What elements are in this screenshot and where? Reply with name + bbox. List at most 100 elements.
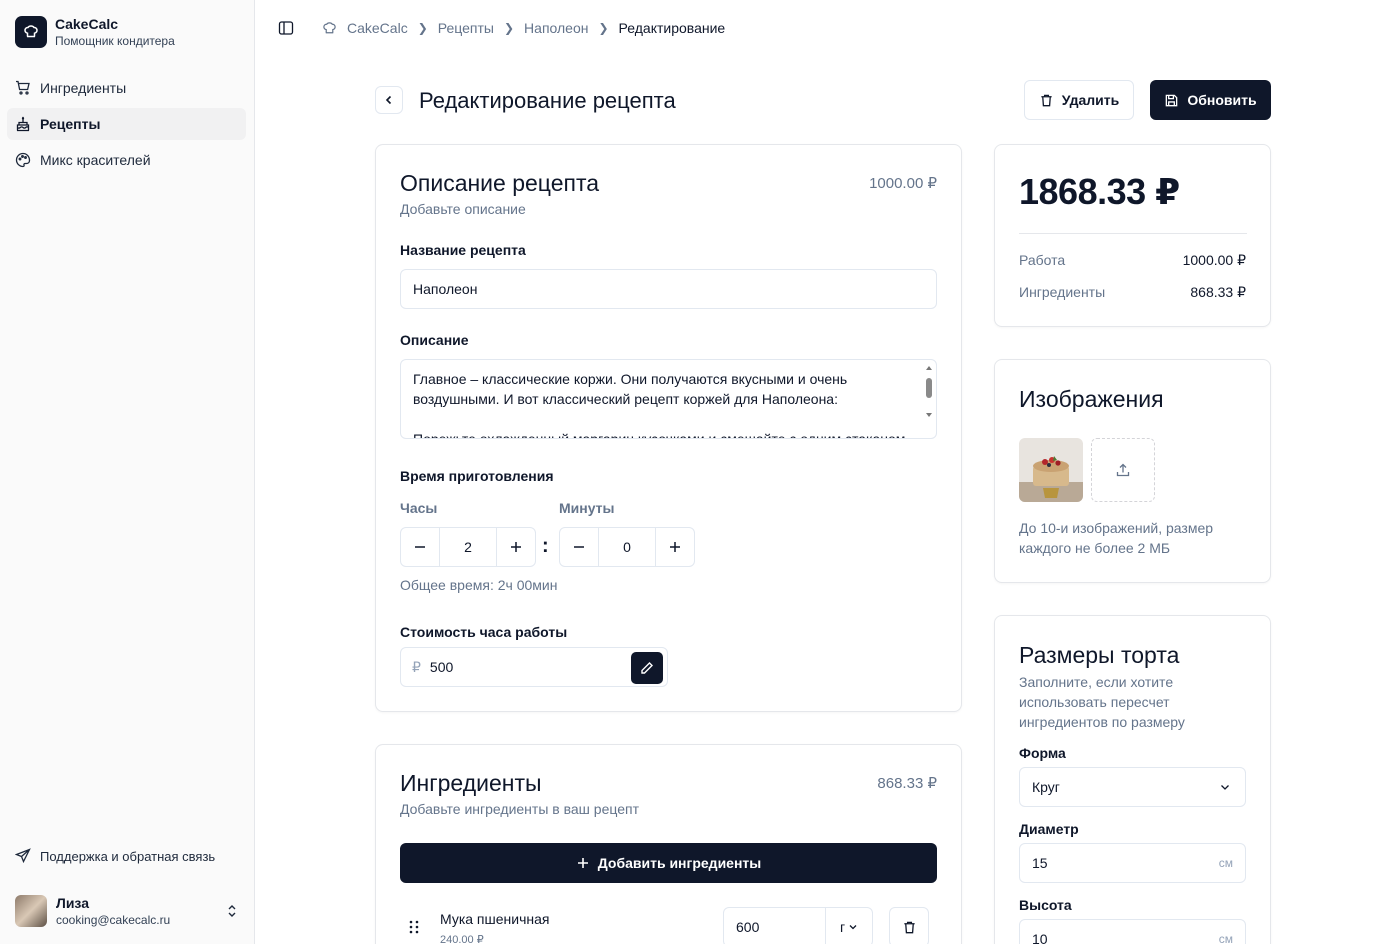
height-input[interactable]: 10 см xyxy=(1019,919,1246,944)
chevron-down-icon xyxy=(1221,785,1229,790)
drag-handle-icon[interactable] xyxy=(408,919,420,935)
hours-stepper: 2 xyxy=(400,527,536,567)
size-title: Размеры торта xyxy=(1019,642,1180,668)
recipe-image-thumbnail[interactable] xyxy=(1019,438,1083,502)
rate-label: Стоимость часа работы xyxy=(400,624,568,640)
user-menu[interactable]: Лиза cooking@cakecalc.ru xyxy=(15,894,240,928)
time-separator: : xyxy=(542,535,549,557)
add-ingredients-label: Добавить ингредиенты xyxy=(597,855,762,871)
height-label: Высота xyxy=(1019,897,1072,913)
plus-icon xyxy=(670,542,680,552)
diameter-input[interactable]: 15 см xyxy=(1019,843,1246,883)
images-note: До 10-и изображений, размер каждого не б… xyxy=(1019,520,1214,556)
edit-rate-button[interactable] xyxy=(631,652,663,684)
support-link[interactable]: Поддержка и обратная связь xyxy=(15,848,215,864)
height-value: 10 xyxy=(1032,931,1048,944)
description-label: Описание xyxy=(400,332,469,348)
hours-increment-button[interactable] xyxy=(496,527,536,567)
work-value: 1000.00 ₽ xyxy=(1182,252,1246,268)
plus-icon xyxy=(577,858,588,868)
minus-icon xyxy=(415,546,425,548)
app-subtitle: Помощник кондитера xyxy=(55,34,175,48)
total-amount: 1868.33 ₽ xyxy=(1019,171,1180,212)
quantity-input[interactable]: 600 г xyxy=(723,907,873,944)
delete-button[interactable]: Удалить xyxy=(1024,80,1134,120)
minus-icon xyxy=(574,546,584,548)
hours-label: Часы xyxy=(400,500,438,516)
update-label: Обновить xyxy=(1187,92,1257,108)
page-title: Редактирование рецепта xyxy=(419,88,676,113)
ingredients-amount: 868.33 ₽ xyxy=(877,775,937,792)
back-button[interactable] xyxy=(375,86,403,114)
ingredients-subtitle: Добавьте ингредиенты в ваш рецепт xyxy=(400,801,639,817)
description-text: Главное – классические коржи. Они получа… xyxy=(413,371,906,439)
shape-select[interactable]: Круг xyxy=(1019,767,1246,807)
minutes-stepper: 0 xyxy=(559,527,695,567)
sidebar-toggle-icon[interactable] xyxy=(278,20,294,36)
divider xyxy=(1019,233,1247,234)
currency-symbol: ₽ xyxy=(412,658,421,675)
rate-input[interactable]: ₽ 500 xyxy=(400,647,668,687)
sidebar-item-label: Микс красителей xyxy=(40,152,151,168)
diameter-unit: см xyxy=(1218,856,1233,870)
breadcrumb-home[interactable]: CakeCalc xyxy=(347,20,408,36)
rate-value: 500 xyxy=(429,659,454,675)
minutes-decrement-button[interactable] xyxy=(559,527,599,567)
description-textarea[interactable]: Главное – классические коржи. Они получа… xyxy=(400,359,937,439)
app-name: CakeCalc xyxy=(55,16,119,32)
chevron-right-icon: ❯ xyxy=(598,21,609,35)
sidebar-item-ingredients[interactable]: Ингредиенты xyxy=(7,72,246,104)
total-time: Общее время: 2ч 00мин xyxy=(400,577,558,593)
scrollbar[interactable] xyxy=(923,361,935,423)
ingredients-card: Ингредиенты Добавьте ингредиенты в ваш р… xyxy=(375,744,962,944)
breadcrumb-recipe[interactable]: Наполеон xyxy=(524,20,588,36)
chevron-left-icon xyxy=(385,95,392,105)
plus-icon xyxy=(511,542,521,552)
upload-icon xyxy=(1116,463,1130,477)
shape-label: Форма xyxy=(1019,745,1066,761)
images-card: Изображения До 10-и изображений, размер … xyxy=(994,359,1271,583)
add-ingredients-button[interactable]: Добавить ингредиенты xyxy=(400,843,937,883)
sidebar: CakeCalc Помощник кондитера Ингредиенты … xyxy=(0,0,255,944)
minutes-label: Минуты xyxy=(559,500,615,516)
sidebar-item-label: Рецепты xyxy=(40,116,101,132)
breadcrumb-current: Редактирование xyxy=(618,20,726,36)
avatar xyxy=(15,895,47,927)
sidebar-item-label: Ингредиенты xyxy=(40,80,127,96)
breadcrumb-recipes[interactable]: Рецепты xyxy=(438,20,494,36)
sidebar-item-recipes[interactable]: Рецепты xyxy=(7,108,246,140)
recipe-name-input[interactable]: Наполеон xyxy=(400,269,937,309)
time-label: Время приготовления xyxy=(400,468,554,484)
diameter-value: 15 xyxy=(1032,855,1048,871)
minutes-value[interactable]: 0 xyxy=(599,527,655,567)
brand[interactable]: CakeCalc Помощник кондитера xyxy=(15,15,175,49)
size-subtitle: Заполните, если хотите использовать пере… xyxy=(1019,674,1185,730)
total-card: 1868.33 ₽ Работа 1000.00 ₽ Ингредиенты 8… xyxy=(994,144,1271,327)
remove-ingredient-button[interactable] xyxy=(889,907,929,944)
unit-select[interactable]: г xyxy=(826,908,872,944)
ingredient-row: Мука пшеничная 240.00 ₽ 600 г xyxy=(400,907,937,944)
quantity-value[interactable]: 600 xyxy=(724,908,826,944)
palette-icon xyxy=(15,152,31,168)
chevrons-up-down-icon xyxy=(228,905,236,917)
sidebar-item-colors[interactable]: Микс красителей xyxy=(7,144,246,176)
trash-icon xyxy=(1041,94,1052,106)
sidebar-nav: Ингредиенты Рецепты Микс красителей xyxy=(7,72,246,180)
images-title: Изображения xyxy=(1019,386,1164,412)
description-subtitle: Добавьте описание xyxy=(400,201,526,217)
height-unit: см xyxy=(1218,932,1233,944)
minutes-increment-button[interactable] xyxy=(655,527,695,567)
pencil-icon xyxy=(641,662,653,674)
ingredient-name: Мука пшеничная xyxy=(440,911,550,927)
cart-icon xyxy=(16,80,30,95)
size-card: Размеры торта Заполните, если хотите исп… xyxy=(994,615,1271,944)
hours-value[interactable]: 2 xyxy=(440,527,496,567)
chef-hat-icon xyxy=(15,16,47,48)
upload-image-button[interactable] xyxy=(1091,438,1155,502)
ingredients-value: 868.33 ₽ xyxy=(1190,284,1246,300)
ingredients-title: Ингредиенты xyxy=(400,770,542,796)
user-name: Лиза xyxy=(56,895,89,911)
hours-decrement-button[interactable] xyxy=(400,527,440,567)
work-label: Работа xyxy=(1019,252,1066,268)
update-button[interactable]: Обновить xyxy=(1150,80,1271,120)
